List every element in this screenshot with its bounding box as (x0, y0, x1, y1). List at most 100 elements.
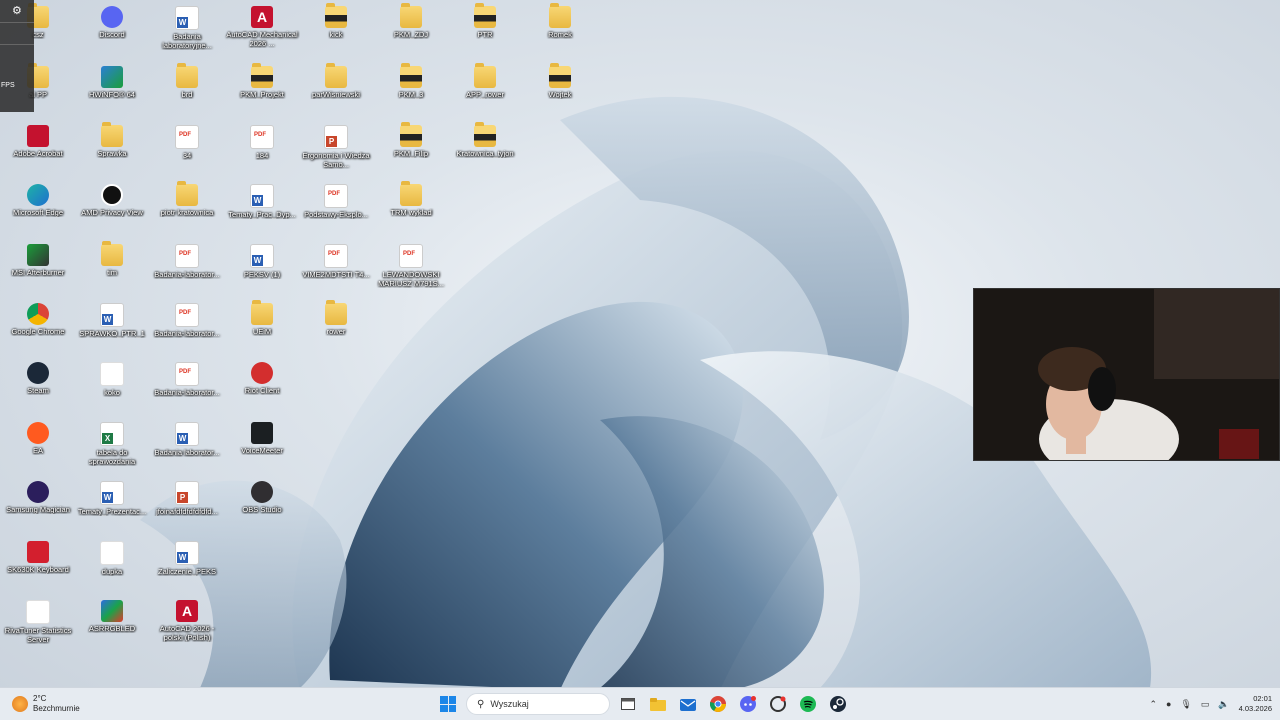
pdf-icon (175, 362, 199, 386)
pdf-icon (324, 184, 348, 208)
desktop-icon[interactable]: Discord (74, 2, 150, 60)
chrome-button[interactable] (706, 692, 730, 716)
desktop-icon[interactable]: SPRAWKO_PTR_1 (74, 299, 150, 357)
desktop-icon[interactable]: jfoinafdfdfdfdfdfd... (149, 477, 225, 535)
file-explorer-button[interactable] (646, 692, 670, 716)
blank-icon (100, 362, 124, 386)
clock[interactable]: 02:01 4.03.2026 (1239, 694, 1272, 714)
desktop-icon[interactable]: AMD Privacy View (74, 180, 150, 238)
desktop-icon[interactable]: EA (0, 418, 76, 476)
desktop-icon-label: koko (104, 388, 120, 397)
desktop-icon-label: PKM_ZDJ (393, 30, 429, 39)
desktop-icon[interactable]: PTR (447, 2, 523, 60)
desktop-icon[interactable]: koko (74, 358, 150, 416)
folder-icon (176, 63, 198, 88)
desktop-icon[interactable]: Tematy_Prezentac... (74, 477, 150, 535)
tray-app-icon[interactable]: ● (1166, 699, 1171, 709)
desktop-icon[interactable]: Badania-laborator... (149, 240, 225, 298)
desktop-icon[interactable]: Kratownica_tyjon (447, 121, 523, 179)
desktop-icon[interactable]: UEiM (224, 299, 300, 357)
desktop-icon[interactable]: tabela do sprawozdania (74, 418, 150, 476)
voicemeeter-icon (251, 422, 273, 444)
spotify-button[interactable] (796, 692, 820, 716)
desktop-icon[interactable]: PKM_Filip (373, 121, 449, 179)
folder-icon (400, 181, 422, 206)
desktop-icon-label: PEKSV (1) (243, 270, 281, 279)
weather-widget[interactable]: 2°C Bezchmurnie (12, 691, 80, 717)
start-button[interactable] (436, 692, 460, 716)
search-input[interactable]: ⚲ Wyszukaj (466, 693, 610, 715)
desktop-icon[interactable]: Google Chrome (0, 299, 76, 357)
desktop-icon[interactable]: tim (74, 240, 150, 298)
desktop-icon-label: Adobe Acrobat (13, 149, 63, 158)
folder-dark-icon (474, 3, 496, 28)
desktop-icon-label: kick (329, 30, 343, 39)
desktop-icon[interactable]: Badania laborator... (149, 418, 225, 476)
desktop-icon[interactable]: Microsoft Edge (0, 180, 76, 238)
desktop-icon[interactable]: rower (298, 299, 374, 357)
folder-dark-icon (549, 63, 571, 88)
app-button[interactable] (766, 692, 790, 716)
pdf-icon (324, 244, 348, 268)
task-view-button[interactable] (616, 692, 640, 716)
desktop-icon[interactable]: Adobe Acrobat (0, 121, 76, 179)
folder-dark-icon (474, 122, 496, 147)
desktop-icon-label: Kratownica_tyjon (456, 149, 514, 158)
desktop-icon[interactable]: brd (149, 62, 225, 120)
desktop-icon[interactable]: OBS Studio (224, 477, 300, 535)
desktop-icon[interactable]: APP_rower (447, 62, 523, 120)
desktop-icon-label: Sprawka (97, 149, 127, 158)
folder-icon (474, 63, 496, 88)
desktop-icon[interactable]: PKM_3 (373, 62, 449, 120)
desktop-icon[interactable]: Romek (522, 2, 598, 60)
chevron-up-icon[interactable]: ⌃ (1149, 699, 1157, 710)
mail-button[interactable] (676, 692, 700, 716)
desktop-icon[interactable]: Badania-laborator... (149, 299, 225, 357)
desktop-icon[interactable]: Wojtek (522, 62, 598, 120)
microphone-icon[interactable]: 🎙 (1180, 699, 1191, 710)
desktop-icon[interactable]: VoiceMeeter (224, 418, 300, 476)
clock-date: 4.03.2026 (1238, 704, 1272, 713)
network-icon[interactable]: ▭ (1201, 699, 1210, 710)
desktop-icon[interactable]: 184 (224, 121, 300, 179)
desktop-icon-label: UEiM (252, 327, 272, 336)
folder-icon (176, 181, 198, 206)
desktop-icon[interactable]: LEWANDOWSKI MARIUSZ M791S... (373, 240, 449, 298)
desktop-icon[interactable]: PKM_ZDJ (373, 2, 449, 60)
desktop-icon[interactable]: dupka (74, 537, 150, 595)
discord-icon (740, 696, 756, 712)
gear-icon[interactable]: ⚙ (12, 4, 22, 17)
desktop-icon[interactable]: Riot Client (224, 358, 300, 416)
desktop-icon[interactable]: Tematy_Prac_Dyp... (224, 180, 300, 238)
desktop-icon[interactable]: A AutoCAD Mechanical 2026 ... (224, 2, 300, 60)
desktop-icon[interactable]: HWiNFO® 64 (74, 62, 150, 120)
desktop-icon[interactable]: ASRRGBLED (74, 596, 150, 654)
desktop-icon[interactable]: Badania laboratoryjne... (149, 2, 225, 60)
desktop-icon[interactable]: TRM wyklad (373, 180, 449, 238)
desktop-icon[interactable]: SK630K Keyboard (0, 537, 76, 595)
desktop-icon[interactable]: Zaliczenie_PEKS (149, 537, 225, 595)
desktop-icon[interactable]: RivaTuner Statistics Server (0, 596, 76, 654)
folder-dark-icon (400, 122, 422, 147)
volume-icon[interactable]: 🔈 (1218, 699, 1229, 710)
desktop-icon[interactable]: Steam (0, 358, 76, 416)
discord-button[interactable] (736, 692, 760, 716)
desktop-icon[interactable]: Samsung Magician (0, 477, 76, 535)
desktop-icon[interactable]: Sprawka (74, 121, 150, 179)
desktop-icon[interactable]: A AutoCAD 2026 - polski (Polish) (149, 596, 225, 654)
desktop-icon[interactable]: 34 (149, 121, 225, 179)
chrome-icon (27, 303, 49, 325)
desktop-icon[interactable]: parWisniewski (298, 62, 374, 120)
steam-button[interactable] (826, 692, 850, 716)
desktop-icon[interactable]: PEKSV (1) (224, 240, 300, 298)
spotify-icon (800, 696, 816, 712)
word-icon (175, 422, 199, 446)
desktop-icon[interactable]: Podstawy-Eksplo... (298, 180, 374, 238)
desktop-icon[interactable]: Ergonomia i Wiedza Samo... (298, 121, 374, 179)
desktop-icon[interactable]: piotr kratownica (149, 180, 225, 238)
desktop-icon[interactable]: PKM_Projekt (224, 62, 300, 120)
desktop-icon[interactable]: kick (298, 2, 374, 60)
desktop-icon[interactable]: MSI Afterburner (0, 240, 76, 298)
desktop-icon[interactable]: VIME2MDTSTI T4... (298, 240, 374, 298)
desktop-icon[interactable]: Badania-laborator... (149, 358, 225, 416)
